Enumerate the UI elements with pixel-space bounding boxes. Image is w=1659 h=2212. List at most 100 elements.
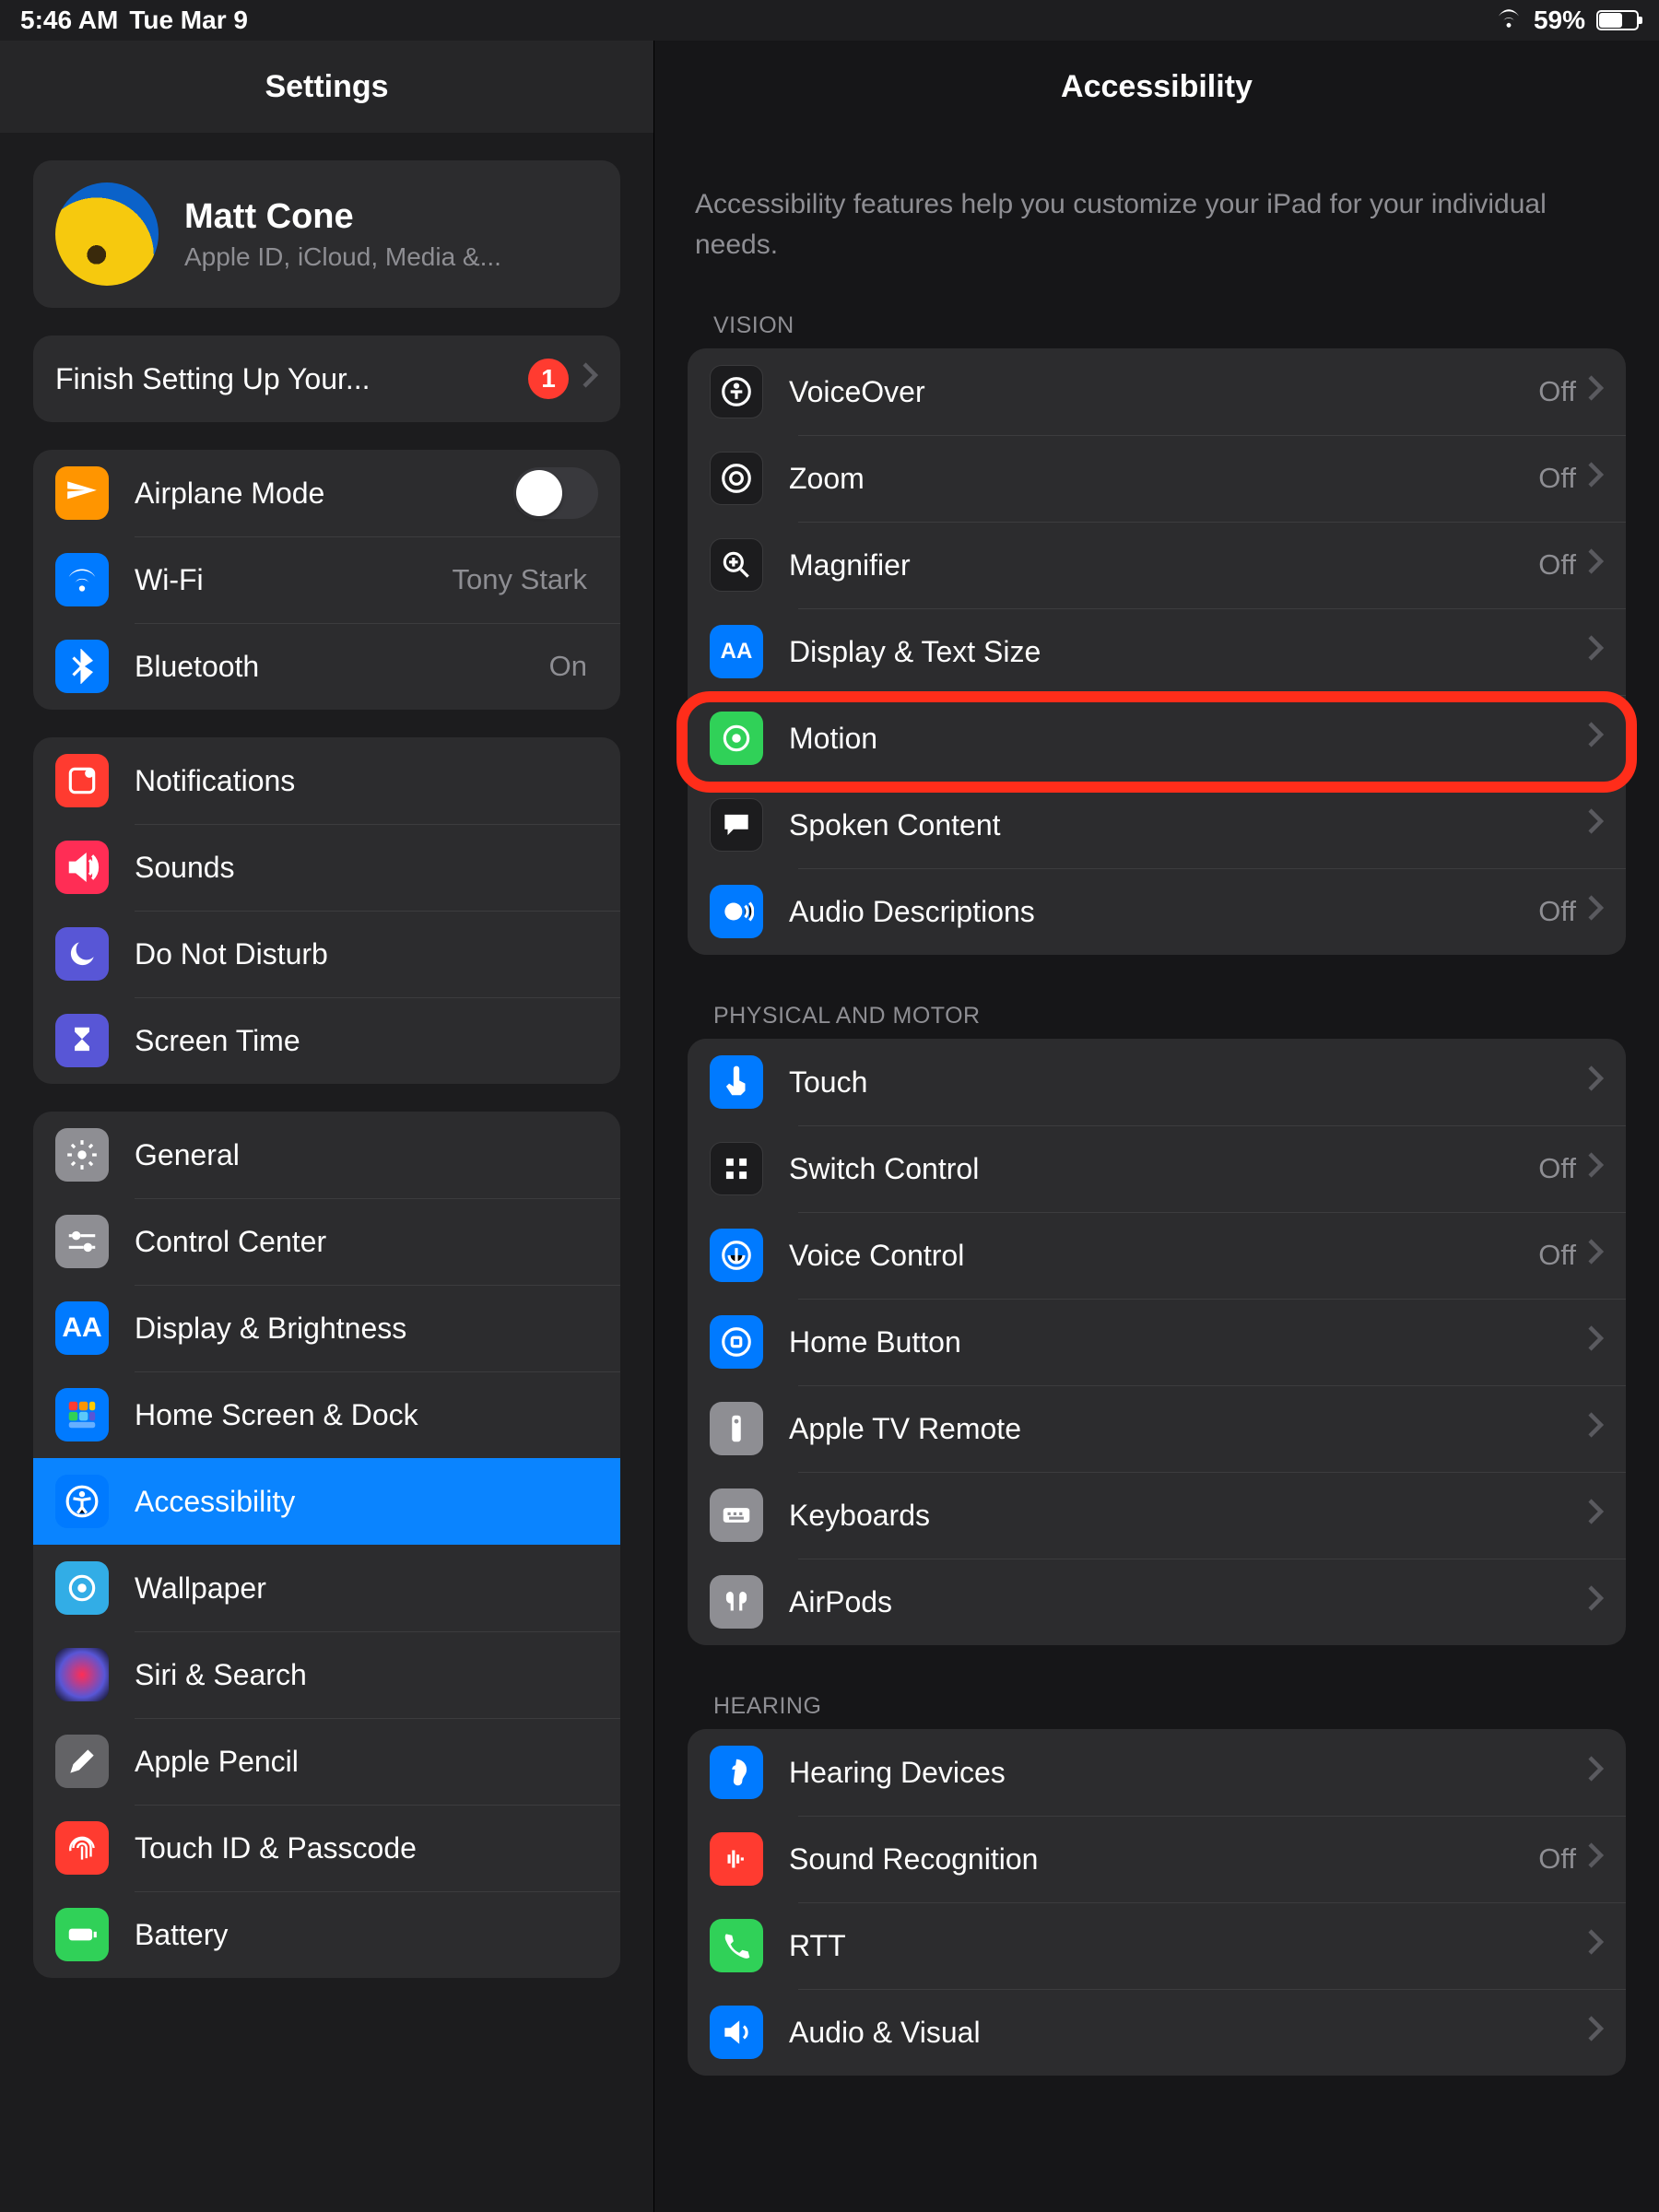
touch-id-label: Touch ID & Passcode: [135, 1831, 598, 1865]
network-group: Airplane Mode Wi-Fi Tony Stark Bluetooth…: [33, 450, 620, 710]
display-brightness-row[interactable]: AA Display & Brightness: [33, 1285, 620, 1371]
hearing-devices-row[interactable]: Hearing Devices: [688, 1729, 1626, 1816]
chevron-right-icon: [1587, 1498, 1604, 1533]
pencil-icon: [55, 1735, 109, 1788]
content-pane: Accessibility Accessibility features hel…: [654, 41, 1659, 2212]
apple-pencil-row[interactable]: Apple Pencil: [33, 1718, 620, 1805]
chevron-right-icon: [1587, 721, 1604, 756]
home-screen-row[interactable]: Home Screen & Dock: [33, 1371, 620, 1458]
setup-group: Finish Setting Up Your... 1: [33, 335, 620, 422]
audio-descriptions-row[interactable]: Audio Descriptions Off: [688, 868, 1626, 955]
home-screen-label: Home Screen & Dock: [135, 1398, 598, 1432]
control-center-label: Control Center: [135, 1225, 598, 1259]
chevron-right-icon: [1587, 1324, 1604, 1359]
content-title: Accessibility: [654, 41, 1659, 133]
battery-row[interactable]: Battery: [33, 1891, 620, 1978]
zoom-row[interactable]: Zoom Off: [688, 435, 1626, 522]
sound-recognition-value: Off: [1538, 1842, 1576, 1876]
wifi-row[interactable]: Wi-Fi Tony Stark: [33, 536, 620, 623]
chevron-right-icon: [1587, 807, 1604, 842]
motion-label: Motion: [789, 722, 1587, 756]
voice-control-value: Off: [1538, 1239, 1576, 1272]
apple-pencil-label: Apple Pencil: [135, 1745, 598, 1779]
physical-group: Touch Switch Control Off Voice Control O…: [688, 1039, 1626, 1645]
magnifier-row[interactable]: Magnifier Off: [688, 522, 1626, 608]
notifications-group: Notifications Sounds Do Not Disturb Scre…: [33, 737, 620, 1084]
chevron-right-icon: [1587, 1584, 1604, 1619]
screen-time-row[interactable]: Screen Time: [33, 997, 620, 1084]
speech-bubble-icon: [710, 798, 763, 852]
hourglass-icon: [55, 1014, 109, 1067]
finish-setup-row[interactable]: Finish Setting Up Your... 1: [33, 335, 620, 422]
touch-label: Touch: [789, 1065, 1587, 1100]
audio-visual-row[interactable]: Audio & Visual: [688, 1989, 1626, 2076]
zoom-value: Off: [1538, 462, 1576, 495]
motion-row[interactable]: Motion: [688, 695, 1626, 782]
airplane-mode-toggle[interactable]: [513, 467, 598, 519]
profile-group: Matt Cone Apple ID, iCloud, Media &...: [33, 160, 620, 308]
remote-icon: [710, 1402, 763, 1455]
siri-icon: [55, 1648, 109, 1701]
chevron-right-icon: [1587, 1065, 1604, 1100]
section-physical: PHYSICAL AND MOTOR: [713, 1003, 1626, 1030]
voice-control-row[interactable]: Voice Control Off: [688, 1212, 1626, 1299]
general-row[interactable]: General: [33, 1112, 620, 1198]
airplane-icon: [55, 466, 109, 520]
home-button-label: Home Button: [789, 1325, 1587, 1359]
airpods-row[interactable]: AirPods: [688, 1559, 1626, 1645]
home-button-icon: [710, 1315, 763, 1369]
display-text-size-row[interactable]: AA Display & Text Size: [688, 608, 1626, 695]
voice-control-label: Voice Control: [789, 1239, 1538, 1273]
notifications-label: Notifications: [135, 764, 598, 798]
chevron-right-icon: [1587, 634, 1604, 669]
siri-row[interactable]: Siri & Search: [33, 1631, 620, 1718]
general-settings-group: General Control Center AA Display & Brig…: [33, 1112, 620, 1978]
touch-id-row[interactable]: Touch ID & Passcode: [33, 1805, 620, 1891]
airplane-mode-row[interactable]: Airplane Mode: [33, 450, 620, 536]
bluetooth-row[interactable]: Bluetooth On: [33, 623, 620, 710]
settings-sidebar: Settings Matt Cone Apple ID, iCloud, Med…: [0, 41, 654, 2212]
notifications-row[interactable]: Notifications: [33, 737, 620, 824]
chevron-right-icon: [1587, 374, 1604, 409]
spoken-content-row[interactable]: Spoken Content: [688, 782, 1626, 868]
magnifier-value: Off: [1538, 548, 1576, 582]
dnd-row[interactable]: Do Not Disturb: [33, 911, 620, 997]
voiceover-label: VoiceOver: [789, 375, 1538, 409]
grid-icon: [710, 1142, 763, 1195]
home-button-row[interactable]: Home Button: [688, 1299, 1626, 1385]
rtt-row[interactable]: RTT: [688, 1902, 1626, 1989]
sound-recognition-row[interactable]: Sound Recognition Off: [688, 1816, 1626, 1902]
touch-icon: [710, 1055, 763, 1109]
sound-recognition-label: Sound Recognition: [789, 1842, 1538, 1877]
profile-subtitle: Apple ID, iCloud, Media &...: [184, 242, 501, 272]
audio-visual-label: Audio & Visual: [789, 2016, 1587, 2050]
accessibility-row[interactable]: Accessibility: [33, 1458, 620, 1545]
setup-badge: 1: [528, 359, 569, 399]
sliders-icon: [55, 1215, 109, 1268]
apple-tv-remote-row[interactable]: Apple TV Remote: [688, 1385, 1626, 1472]
chevron-right-icon: [1587, 1755, 1604, 1790]
section-vision: VISION: [713, 312, 1626, 339]
app-grid-icon: [55, 1388, 109, 1441]
chevron-right-icon: [1587, 2015, 1604, 2050]
speaker-icon: [710, 2006, 763, 2059]
vision-group: VoiceOver Off Zoom Off Magnifier Off: [688, 348, 1626, 955]
airplane-mode-label: Airplane Mode: [135, 477, 513, 511]
avatar: [55, 182, 159, 286]
voiceover-row[interactable]: VoiceOver Off: [688, 348, 1626, 435]
moon-icon: [55, 927, 109, 981]
display-brightness-label: Display & Brightness: [135, 1312, 598, 1346]
keyboards-row[interactable]: Keyboards: [688, 1472, 1626, 1559]
chevron-right-icon: [1587, 547, 1604, 582]
sounds-row[interactable]: Sounds: [33, 824, 620, 911]
touch-row[interactable]: Touch: [688, 1039, 1626, 1125]
airpods-icon: [710, 1575, 763, 1629]
battery-icon: [1596, 10, 1639, 30]
zoom-icon: [710, 452, 763, 505]
apple-id-row[interactable]: Matt Cone Apple ID, iCloud, Media &...: [33, 160, 620, 308]
wallpaper-row[interactable]: Wallpaper: [33, 1545, 620, 1631]
section-hearing: HEARING: [713, 1693, 1626, 1720]
switch-control-row[interactable]: Switch Control Off: [688, 1125, 1626, 1212]
control-center-row[interactable]: Control Center: [33, 1198, 620, 1285]
battery-percent: 59%: [1534, 6, 1585, 35]
